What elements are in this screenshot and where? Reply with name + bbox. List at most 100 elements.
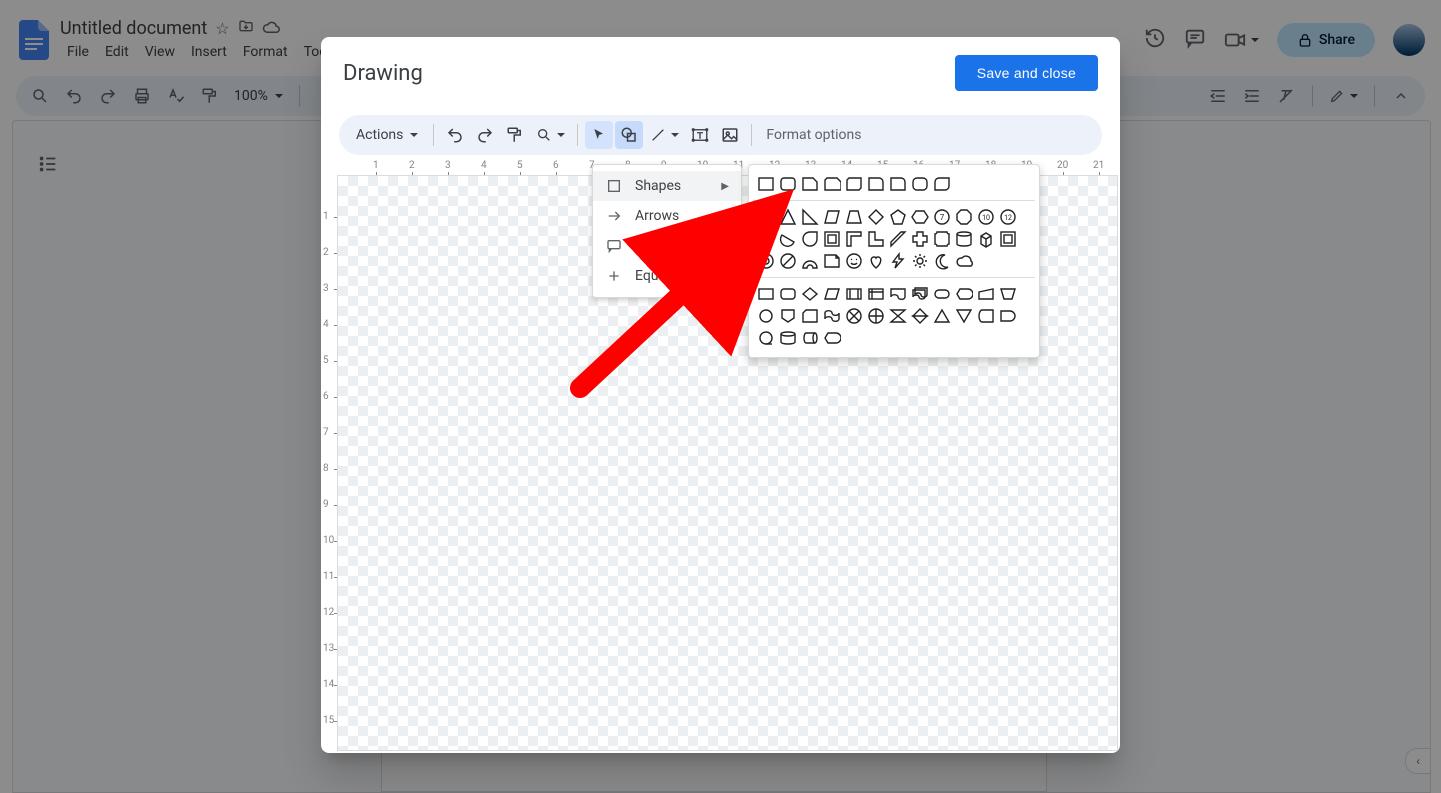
- shape-terminator[interactable]: [933, 285, 951, 303]
- shape-heart[interactable]: [867, 252, 885, 270]
- shape-display[interactable]: [955, 285, 973, 303]
- shape-teardrop[interactable]: [801, 230, 819, 248]
- ruler-tick: 4: [481, 160, 487, 171]
- shape-triangle[interactable]: [779, 208, 797, 226]
- shape-snip-diag[interactable]: [845, 175, 863, 193]
- shape-direct[interactable]: [801, 329, 819, 347]
- shape-display2[interactable]: [823, 329, 841, 347]
- shape-octagon[interactable]: [955, 208, 973, 226]
- shape-pentagon[interactable]: [889, 208, 907, 226]
- shape-fold[interactable]: [823, 252, 841, 270]
- shape-diag-stripe[interactable]: [889, 230, 907, 248]
- shape-bevel[interactable]: [999, 230, 1017, 248]
- shape-chord[interactable]: [779, 230, 797, 248]
- shape-can[interactable]: [955, 230, 973, 248]
- line-tool-button[interactable]: [645, 121, 684, 149]
- arrows-icon: [605, 207, 623, 225]
- shape-delay[interactable]: [999, 307, 1017, 325]
- vertical-ruler: 123456789101112131415: [321, 175, 337, 751]
- zoom-tool-button[interactable]: [531, 121, 570, 149]
- textbox-tool-button[interactable]: [686, 121, 714, 149]
- shape-rect[interactable]: [757, 175, 775, 193]
- shape-rt-triangle[interactable]: [801, 208, 819, 226]
- paint-format-icon[interactable]: [501, 121, 529, 149]
- ruler-tick: 11: [323, 571, 337, 582]
- shape-connector[interactable]: [757, 307, 775, 325]
- shape-trapezoid[interactable]: [845, 208, 863, 226]
- shape-dodecagon[interactable]: 12: [999, 208, 1017, 226]
- shape-off-page[interactable]: [779, 307, 797, 325]
- shape-manual-input[interactable]: [977, 285, 995, 303]
- ruler-tick: 1: [323, 211, 337, 222]
- shape-cube[interactable]: [977, 230, 995, 248]
- shape-half-frame[interactable]: [845, 230, 863, 248]
- shape-extract[interactable]: [933, 307, 951, 325]
- ruler-tick: 7: [323, 427, 337, 438]
- shape-tool-button[interactable]: [615, 121, 643, 149]
- shape-round-1[interactable]: [889, 175, 907, 193]
- shape-block-arc[interactable]: [801, 252, 819, 270]
- shape-l-shape[interactable]: [867, 230, 885, 248]
- menu-item-callouts[interactable]: Call outs: [593, 231, 741, 261]
- shape-hexagon[interactable]: [911, 208, 929, 226]
- shape-document[interactable]: [889, 285, 907, 303]
- shape-internal[interactable]: [867, 285, 885, 303]
- shape-sun[interactable]: [911, 252, 929, 270]
- shapes-icon: [605, 177, 623, 195]
- shape-donut[interactable]: [757, 252, 775, 270]
- menu-item-equation[interactable]: Equation: [593, 261, 741, 291]
- shape-decagon[interactable]: 10: [977, 208, 995, 226]
- menu-item-shapes[interactable]: Shapes ▶: [593, 171, 741, 201]
- shape-summing[interactable]: [845, 307, 863, 325]
- shape-store[interactable]: [977, 307, 995, 325]
- drawing-dialog: Drawing Save and close Actions Format op…: [321, 37, 1120, 753]
- shape-diamond[interactable]: [867, 208, 885, 226]
- actions-label: Actions: [356, 127, 403, 143]
- shape-moon[interactable]: [933, 252, 951, 270]
- shape-snip-round[interactable]: [867, 175, 885, 193]
- shape-decision[interactable]: [801, 285, 819, 303]
- shape-no-symbol[interactable]: [779, 252, 797, 270]
- shape-magnetic[interactable]: [779, 329, 797, 347]
- shape-or[interactable]: [867, 307, 885, 325]
- redo-icon[interactable]: [471, 121, 499, 149]
- image-tool-button[interactable]: [716, 121, 744, 149]
- shape-snip-2[interactable]: [823, 175, 841, 193]
- shape-sort[interactable]: [911, 307, 929, 325]
- shape-pie[interactable]: [757, 230, 775, 248]
- shape-cross[interactable]: [911, 230, 929, 248]
- shape-seq-store[interactable]: [757, 329, 775, 347]
- shape-tape[interactable]: [823, 307, 841, 325]
- menu-item-arrows[interactable]: Arrows ▶: [593, 201, 741, 231]
- shape-card[interactable]: [801, 307, 819, 325]
- shape-parallelogram[interactable]: [823, 208, 841, 226]
- shape-round-diag[interactable]: [933, 175, 951, 193]
- format-options-button[interactable]: Format options: [766, 127, 861, 143]
- shape-merge[interactable]: [955, 307, 973, 325]
- shape-heptagon[interactable]: 7: [933, 208, 951, 226]
- shape-round-rect[interactable]: [779, 175, 797, 193]
- shape-smiley[interactable]: [845, 252, 863, 270]
- shape-cloud[interactable]: [955, 252, 973, 270]
- ruler-tick: 10: [323, 535, 337, 546]
- shape-multi-doc[interactable]: [911, 285, 929, 303]
- save-and-close-button[interactable]: Save and close: [955, 55, 1098, 91]
- shape-plaque[interactable]: [933, 230, 951, 248]
- shape-frame[interactable]: [823, 230, 841, 248]
- shape-round-2[interactable]: [911, 175, 929, 193]
- submenu-arrow-icon: ▶: [721, 211, 729, 222]
- shape-predef[interactable]: [845, 285, 863, 303]
- shape-process[interactable]: [757, 285, 775, 303]
- shape-manual-op[interactable]: [999, 285, 1017, 303]
- shape-snip-1[interactable]: [801, 175, 819, 193]
- undo-icon[interactable]: [441, 121, 469, 149]
- svg-text:12: 12: [1004, 214, 1012, 222]
- shape-data[interactable]: [823, 285, 841, 303]
- shape-lightning[interactable]: [889, 252, 907, 270]
- menu-item-shapes-label: Shapes: [635, 178, 681, 194]
- shape-circle[interactable]: [757, 208, 775, 226]
- select-tool-button[interactable]: [585, 121, 613, 149]
- actions-menu-button[interactable]: Actions: [348, 121, 426, 149]
- shape-alt-process[interactable]: [779, 285, 797, 303]
- shape-collate[interactable]: [889, 307, 907, 325]
